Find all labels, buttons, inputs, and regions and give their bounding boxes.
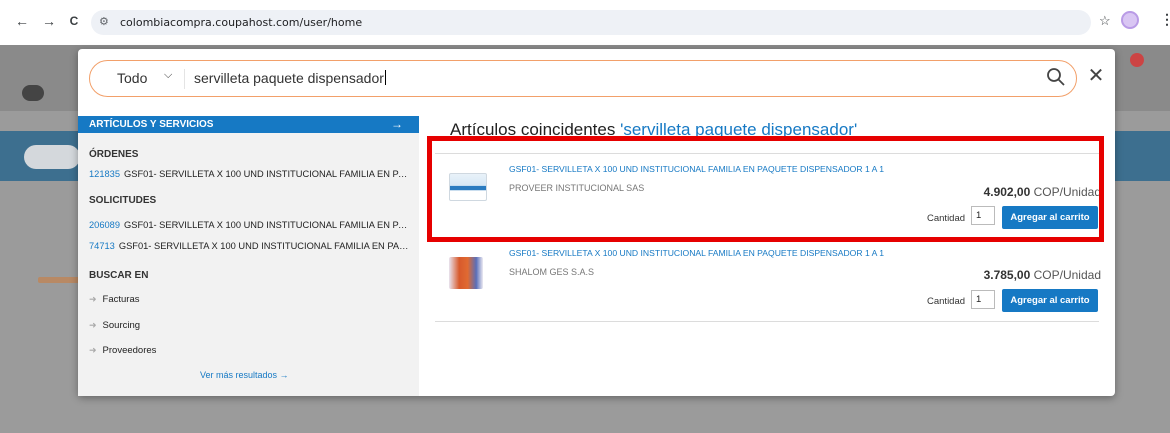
browser-toolbar: ← → C ⚙ colombiacompra.coupahost.com/use…	[0, 0, 1170, 45]
results-category-panel: ARTÍCULOS Y SERVICIOS → ÓRDENES 121835 GS…	[78, 116, 419, 396]
arrow-right-icon[interactable]: →	[391, 117, 403, 131]
search-input[interactable]: servilleta paquete dispensador	[194, 70, 386, 86]
product-price: 3.785,00 COP/Unidad	[983, 268, 1101, 282]
search-in-invoices-link[interactable]: ➜ Facturas	[89, 294, 140, 305]
chevron-down-icon[interactable]: ⌵	[164, 69, 172, 82]
search-box[interactable]: Todo ⌵ servilleta paquete dispensador	[89, 60, 1077, 97]
section-title-orders: ÓRDENES	[89, 149, 139, 160]
category-header-articles[interactable]: ARTÍCULOS Y SERVICIOS →	[78, 116, 419, 133]
url-text: colombiacompra.coupahost.com/user/home	[120, 16, 363, 29]
divider	[184, 69, 185, 89]
request-result-item[interactable]: 206089 GSF01- SERVILLETA X 100 UND INSTIT…	[89, 220, 409, 230]
back-icon[interactable]: ←	[14, 13, 30, 29]
product-thumbnail[interactable]	[449, 257, 483, 289]
browser-menu-icon[interactable]: ⋮	[1160, 11, 1170, 28]
quantity-input[interactable]: 1	[971, 290, 995, 309]
arrow-right-icon: ➜	[89, 345, 97, 355]
bookmark-star-icon[interactable]: ☆	[1099, 13, 1111, 29]
site-settings-icon[interactable]: ⚙	[99, 15, 109, 28]
section-title-search-in: BUSCAR EN	[89, 270, 149, 281]
background-pill	[24, 145, 80, 169]
search-in-suppliers-link[interactable]: ➜ Proveedores	[89, 345, 156, 356]
background-notification-icon	[1130, 53, 1144, 67]
background-logo	[22, 85, 44, 101]
request-result-item[interactable]: 74713 GSF01- SERVILLETA X 100 UND INSTITU…	[89, 241, 409, 251]
forward-icon[interactable]: →	[41, 13, 57, 29]
category-header-label: ARTÍCULOS Y SERVICIOS	[89, 119, 214, 130]
search-scope-select[interactable]: Todo	[117, 70, 147, 86]
reload-icon[interactable]: C	[66, 13, 82, 29]
more-results-link[interactable]: Ver más resultados →	[200, 370, 289, 380]
product-supplier: SHALOM GES S.A.S	[509, 267, 595, 277]
arrow-right-icon: ➜	[89, 294, 97, 304]
arrow-right-icon: ➜	[89, 320, 97, 330]
search-in-sourcing-link[interactable]: ➜ Sourcing	[89, 320, 140, 331]
search-icon[interactable]	[1045, 66, 1067, 88]
divider	[435, 321, 1099, 322]
section-title-requests: SOLICITUDES	[89, 195, 157, 206]
highlight-box	[427, 136, 1104, 242]
add-to-cart-button[interactable]: Agregar al carrito	[1002, 289, 1098, 312]
close-icon[interactable]: ✕	[1086, 66, 1106, 86]
quantity-label: Cantidad	[927, 296, 966, 307]
product-title-link[interactable]: GSF01- SERVILLETA X 100 UND INSTITUCIONA…	[509, 248, 884, 258]
order-result-item[interactable]: 121835 GSF01- SERVILLETA X 100 UND INSTIT…	[89, 169, 409, 179]
profile-avatar-icon[interactable]	[1121, 11, 1139, 29]
address-bar[interactable]: ⚙ colombiacompra.coupahost.com/user/home	[91, 10, 1091, 35]
